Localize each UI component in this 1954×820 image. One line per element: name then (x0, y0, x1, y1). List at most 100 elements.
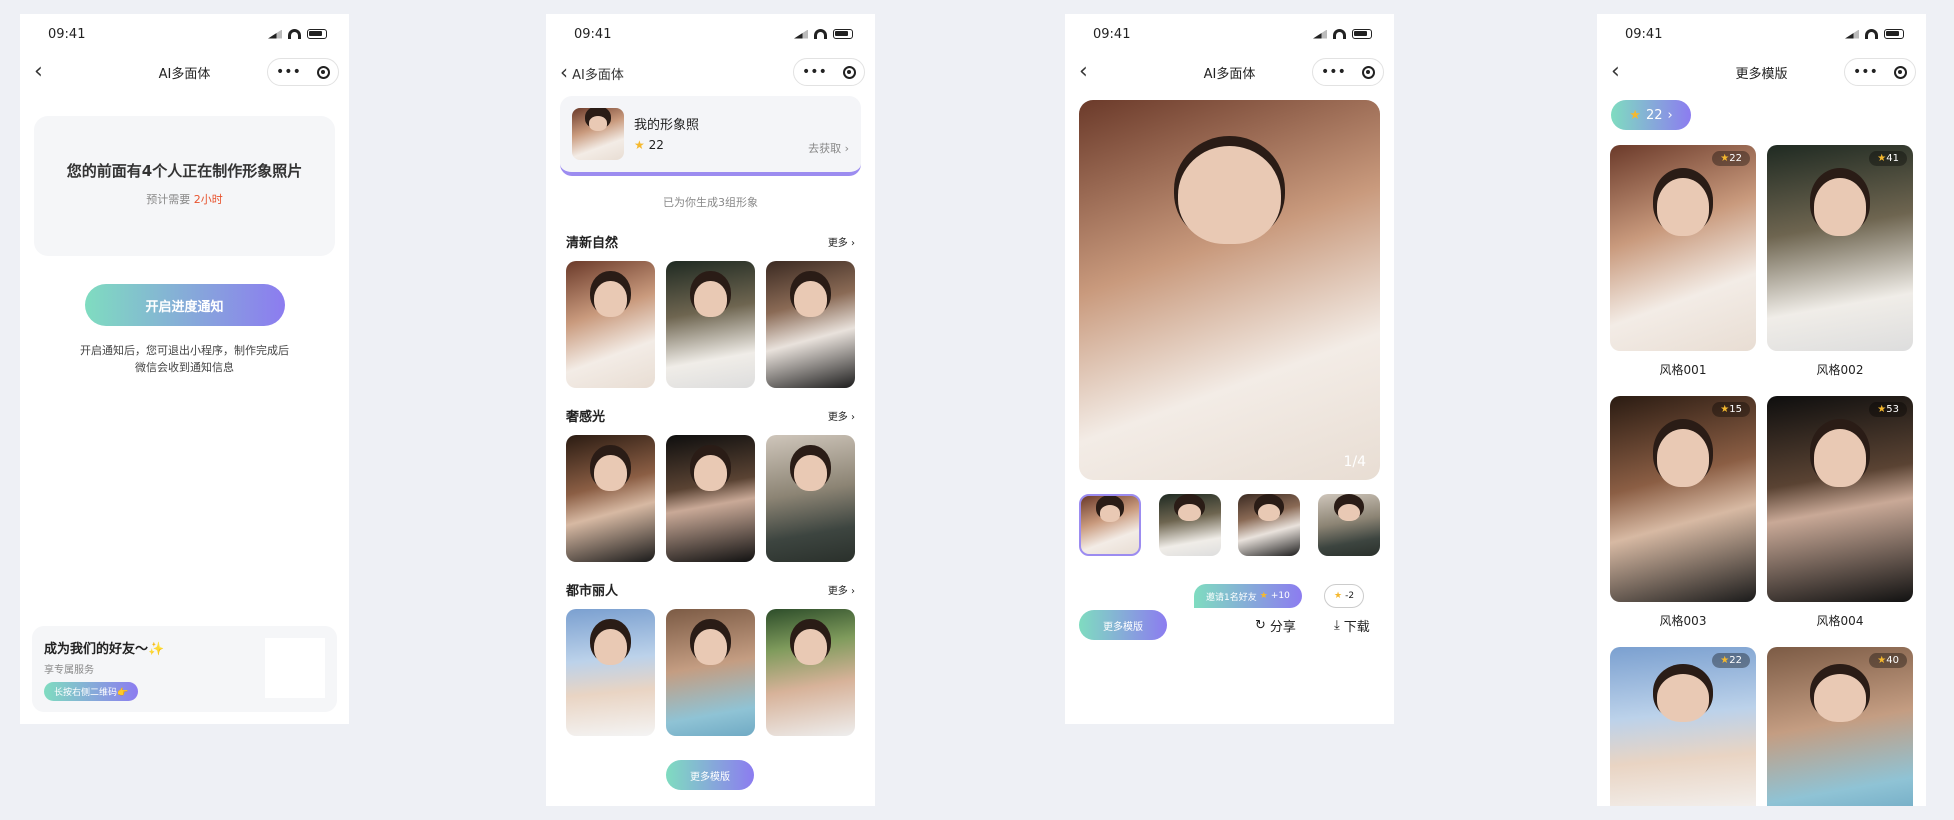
star-icon: ★ (1720, 153, 1730, 164)
section-more-link[interactable]: 更多 › (828, 234, 855, 249)
face-shape (1258, 503, 1281, 522)
more-templates-button[interactable]: 更多模版 (1079, 610, 1167, 640)
thumbnail[interactable] (1158, 494, 1221, 556)
signal-icon (1313, 29, 1327, 39)
back-icon[interactable]: ‹ (34, 61, 54, 83)
section-title: 清新自然 (566, 236, 619, 251)
notify-button[interactable]: 开启进度通知 (84, 284, 285, 326)
section-more-link[interactable]: 更多 › (828, 408, 855, 423)
nav-bar: ‹ AI多面体 ••• (1065, 54, 1394, 90)
capsule-menu: ••• (793, 58, 865, 86)
face-shape (594, 281, 627, 317)
invite-bonus: +10 (1270, 591, 1290, 601)
more-label: 更多 (827, 586, 848, 597)
result-photo[interactable] (666, 609, 755, 736)
template-card[interactable]: ★22 风格001 (1610, 145, 1756, 378)
result-photo[interactable] (666, 261, 755, 388)
result-photo[interactable] (566, 435, 655, 562)
download-button[interactable]: ⤓ 下载 (1334, 616, 1370, 635)
friend-button[interactable]: 长按右侧二维码👉 (44, 682, 139, 701)
share-button[interactable]: ↻ 分享 (1255, 616, 1296, 635)
back-icon[interactable]: ‹ (1079, 61, 1099, 83)
profile-avatar (572, 108, 624, 160)
back-icon[interactable]: ‹ (1611, 61, 1631, 83)
more-icon[interactable]: ••• (1321, 64, 1346, 80)
result-photo[interactable] (766, 435, 855, 562)
wifi-icon (1865, 29, 1878, 39)
template-cost: ★53 (1869, 402, 1907, 417)
result-photo[interactable] (566, 261, 655, 388)
template-cost: ★22 (1712, 653, 1750, 668)
page-title: AI多面体 (572, 68, 624, 83)
nav-bar: ‹ AI多面体 ••• (546, 54, 875, 90)
template-cost: ★40 (1869, 653, 1907, 668)
cost-value: 15 (1729, 404, 1742, 415)
template-card[interactable]: ★53 风格004 (1767, 396, 1913, 629)
wifi-icon (1333, 29, 1346, 39)
close-miniprogram-icon[interactable] (842, 65, 856, 79)
thumbnail[interactable] (1238, 494, 1301, 556)
main-photo[interactable]: 1/4 (1079, 100, 1380, 480)
wifi-icon (288, 29, 301, 39)
back-icon: ‹ (560, 60, 568, 84)
photo-counter: 1/4 (1343, 454, 1366, 470)
thumbnail[interactable] (1317, 494, 1380, 556)
star-icon: ★ (1720, 404, 1730, 415)
face-shape (588, 116, 608, 131)
face-shape (1178, 145, 1281, 245)
templates-screen: 09:41 ‹ 更多模版 ••• ★ 22 › ★22 风格001 ★41 风格00… (1597, 14, 1926, 806)
notify-desc-line1: 开启通知后，您可退出小程序，制作完成后 (80, 344, 289, 357)
star-balance-pill[interactable]: ★ 22 › (1611, 100, 1691, 130)
more-label: 更多 (827, 238, 848, 249)
detail-screen: 09:41 ‹ AI多面体 ••• 1/4 邀请1名好友 ★ +10 ★ -2 … (1065, 14, 1394, 724)
nav-bar: ‹ AI多面体 ••• (20, 54, 349, 90)
battery-icon (1352, 29, 1372, 39)
template-cost: ★22 (1712, 151, 1750, 166)
face-shape (1813, 177, 1867, 236)
template-card[interactable]: ★41 风格002 (1767, 145, 1913, 378)
face-shape (1813, 428, 1867, 487)
download-label: 下载 (1343, 620, 1370, 635)
section-more-link[interactable]: 更多 › (828, 582, 855, 597)
more-icon[interactable]: ••• (1853, 64, 1878, 80)
result-photo[interactable] (766, 609, 855, 736)
profile-card[interactable]: 我的形象照 ★ 22 去获取 › (560, 96, 861, 176)
close-miniprogram-icon[interactable] (316, 65, 330, 79)
thumbnail-strip (1079, 494, 1380, 556)
more-templates-button[interactable]: 更多模版 (666, 760, 754, 790)
chevron-right-icon: › (1667, 107, 1673, 123)
template-photo: ★40 (1767, 647, 1913, 806)
get-more-link[interactable]: 去获取 › (808, 140, 849, 156)
face-shape (1656, 674, 1710, 722)
result-photo[interactable] (766, 261, 855, 388)
template-card[interactable]: ★40 (1767, 647, 1913, 806)
template-label: 风格002 (1816, 363, 1864, 377)
invite-badge[interactable]: 邀请1名好友 ★ +10 (1194, 584, 1302, 608)
cost-value: 40 (1886, 655, 1899, 666)
close-miniprogram-icon[interactable] (1893, 65, 1907, 79)
status-time: 09:41 (1625, 26, 1663, 42)
face-shape (1099, 505, 1121, 522)
template-label: 风格004 (1816, 614, 1864, 628)
back-button[interactable]: ‹ AI多面体 (560, 62, 624, 82)
template-card[interactable]: ★15 风格003 (1610, 396, 1756, 629)
template-card[interactable]: ★22 (1610, 647, 1756, 806)
chevron-right-icon: › (844, 142, 849, 155)
signal-icon (268, 29, 282, 39)
battery-icon (307, 29, 327, 39)
result-photo[interactable] (666, 435, 755, 562)
results-screen: 09:41 ‹ AI多面体 ••• 我的形象照 ★ 22 去获取 › 已为你生成… (546, 14, 875, 806)
star-icon: ★ (1720, 655, 1730, 666)
face-shape (594, 629, 627, 665)
share-label: 分享 (1269, 620, 1296, 635)
qr-code[interactable] (265, 638, 325, 698)
face-shape (1337, 503, 1361, 522)
template-cost: ★41 (1869, 151, 1907, 166)
more-icon[interactable]: ••• (276, 64, 301, 80)
thumbnail[interactable] (1079, 494, 1141, 556)
get-more-label: 去获取 (808, 142, 842, 155)
result-photo[interactable] (566, 609, 655, 736)
cost-value: 22 (1729, 153, 1742, 164)
more-icon[interactable]: ••• (802, 64, 827, 80)
close-miniprogram-icon[interactable] (1361, 65, 1375, 79)
